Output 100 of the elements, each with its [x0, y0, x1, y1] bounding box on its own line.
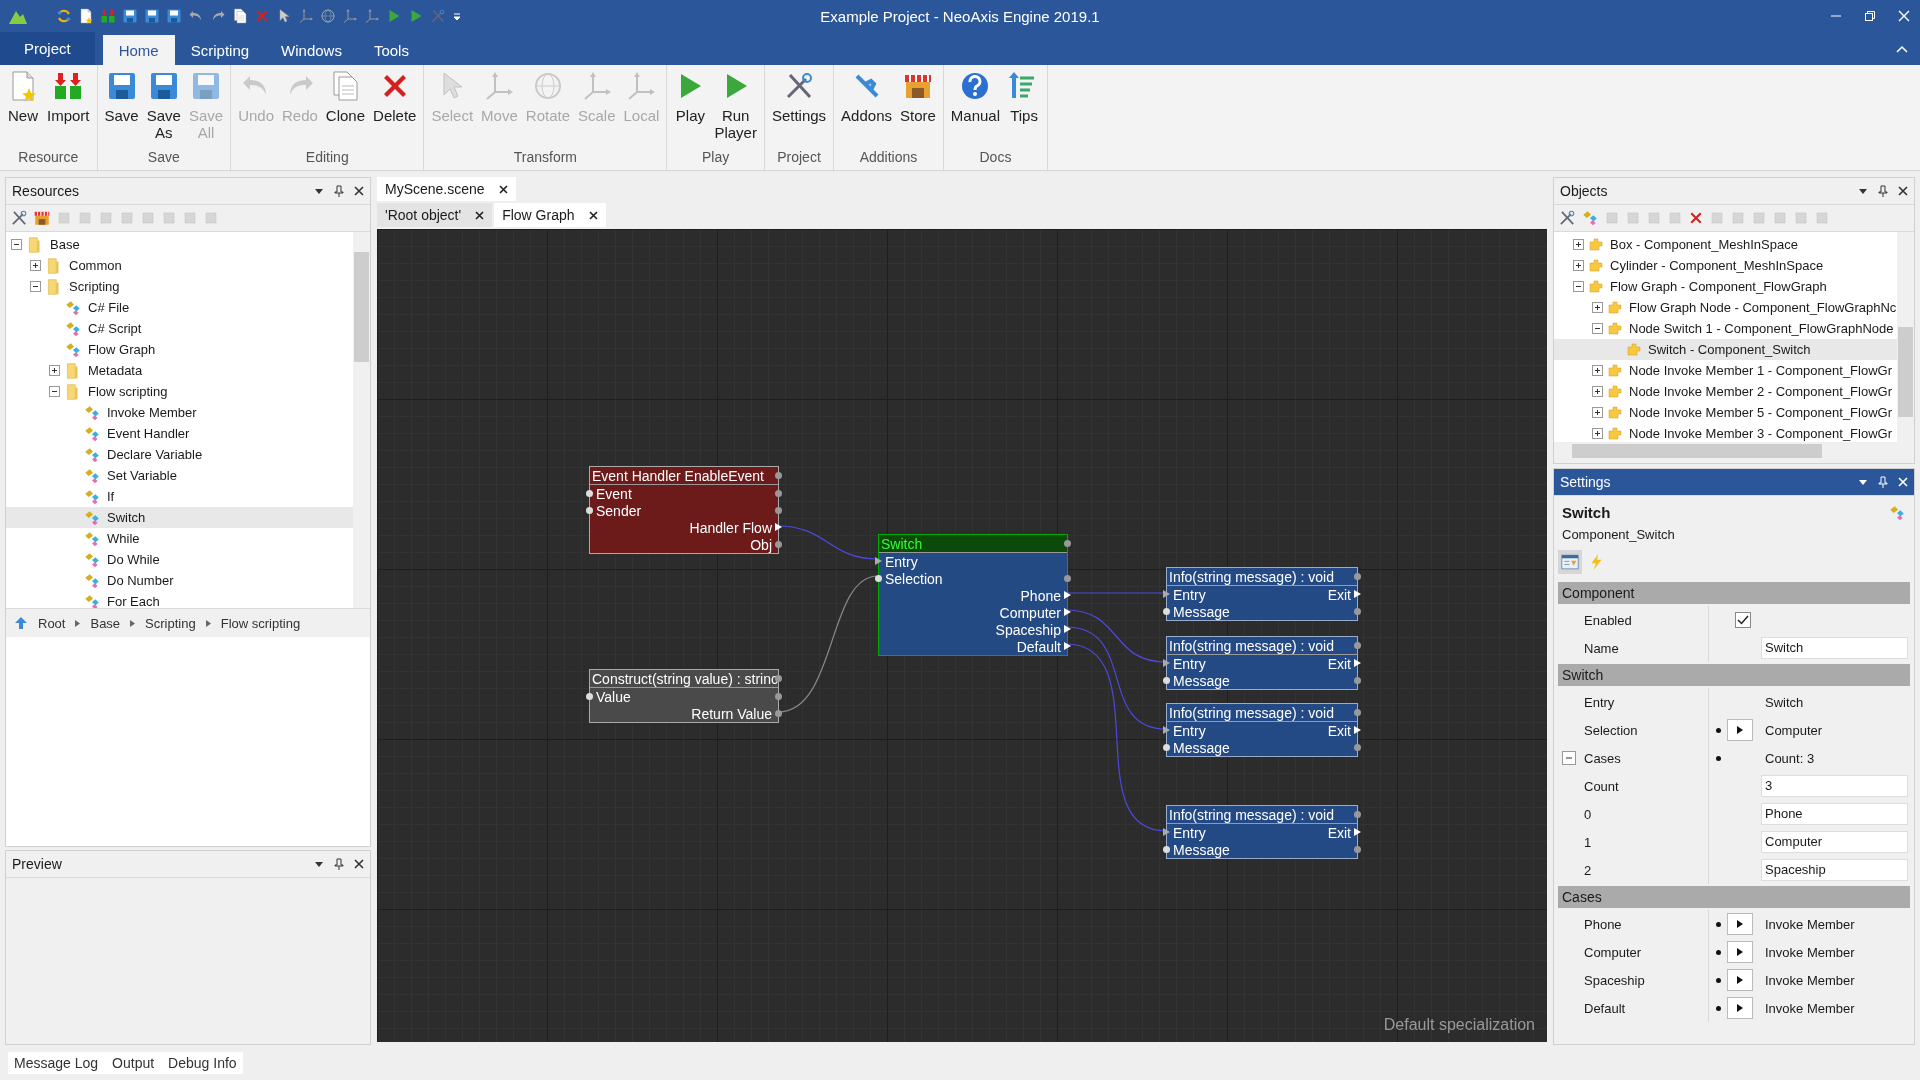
tree-item[interactable]: While — [6, 528, 353, 549]
new-document-icon[interactable] — [78, 8, 94, 24]
bottom-tab[interactable]: Output — [112, 1054, 155, 1071]
tree-item[interactable]: Switch — [6, 507, 353, 528]
expand-box-icon[interactable] — [1591, 407, 1603, 418]
expand-arrow-button[interactable] — [1727, 969, 1753, 991]
pin-dot-icon[interactable] — [1064, 540, 1071, 547]
pin-dot-icon[interactable] — [1163, 608, 1170, 615]
tree-item[interactable]: Flow scripting — [6, 381, 353, 402]
tree-item[interactable]: Cylinder - Component_MeshInSpace — [1554, 255, 1897, 276]
collapse-box-icon[interactable] — [1591, 323, 1603, 334]
checkbox[interactable] — [1735, 612, 1751, 628]
tree-item[interactable]: Do While — [6, 549, 353, 570]
pin-dot-icon[interactable] — [1354, 608, 1361, 615]
pin-dot-icon[interactable] — [1354, 709, 1361, 716]
collapse-ribbon-icon[interactable] — [1896, 44, 1908, 53]
tree-item[interactable]: Node Switch 1 - Component_FlowGraphNode — [1554, 318, 1897, 339]
expand-arrow-button[interactable] — [1727, 719, 1753, 741]
close-icon[interactable] — [1898, 186, 1908, 196]
dropdown-caret-icon[interactable] — [314, 859, 324, 869]
pin-dot-icon[interactable] — [775, 507, 782, 514]
scrollbar-thumb[interactable] — [1572, 444, 1822, 458]
ribbon-button[interactable]: Manual — [946, 67, 1005, 149]
tree-item[interactable]: Node Invoke Member 3 - Component_FlowGr — [1554, 423, 1897, 442]
ribbon-button[interactable]: Tips — [1004, 67, 1045, 149]
collapse-box-icon[interactable] — [29, 281, 41, 292]
properties-icon[interactable] — [1558, 550, 1582, 574]
pin-dot-icon[interactable] — [1163, 846, 1170, 853]
graph-node[interactable]: Event Handler EnableEvent Event Sender Handler Flow Obj — [589, 466, 779, 554]
editor-tab[interactable]: 'Root object' — [377, 203, 493, 227]
pin-dot-icon[interactable] — [775, 541, 782, 548]
pin-icon[interactable] — [334, 858, 344, 870]
close-icon[interactable] — [354, 859, 364, 869]
ribbon-tab[interactable]: Windows — [265, 35, 358, 65]
category-header[interactable]: Component — [1558, 582, 1910, 604]
close-icon[interactable] — [498, 184, 508, 194]
breadcrumb-link[interactable]: Scripting — [145, 615, 196, 631]
pin-dot-icon[interactable] — [775, 472, 782, 479]
ribbon-button[interactable]: Play — [670, 67, 711, 149]
cursor-icon[interactable] — [276, 8, 292, 24]
tree-item[interactable]: Box - Component_MeshInSpace — [1554, 234, 1897, 255]
ribbon-button[interactable]: Save — [100, 67, 143, 149]
tree-item[interactable]: C# Script — [6, 318, 353, 339]
dropdown-caret-icon[interactable] — [314, 186, 324, 196]
dropdown-caret-icon[interactable] — [1858, 186, 1868, 196]
settings-icon[interactable] — [10, 209, 28, 227]
ribbon-button[interactable]: Delete — [369, 67, 421, 149]
expand-arrow-button[interactable] — [1727, 941, 1753, 963]
editor-tab[interactable]: Flow Graph — [494, 203, 606, 227]
pages-icon[interactable] — [232, 8, 248, 24]
ribbon-button[interactable]: Store — [896, 67, 940, 149]
pin-dot-icon[interactable] — [586, 693, 593, 700]
category-header[interactable]: Cases — [1558, 886, 1910, 908]
dropdown-caret-icon[interactable] — [452, 11, 462, 21]
pin-dot-icon[interactable] — [1354, 642, 1361, 649]
graph-node[interactable]: Info(string message) : void Entry Exit Message — [1166, 805, 1358, 859]
expand-box-icon[interactable] — [1591, 365, 1603, 376]
category-header[interactable]: Switch — [1558, 664, 1910, 686]
scrollbar[interactable] — [1897, 232, 1914, 442]
collapse-box-icon[interactable] — [1572, 281, 1584, 292]
close-icon[interactable] — [354, 186, 364, 196]
tree-item[interactable]: Event Handler — [6, 423, 353, 444]
ribbon-button[interactable]: New — [3, 67, 43, 149]
scrollbar-thumb[interactable] — [1898, 327, 1913, 417]
pin-dot-icon[interactable] — [1163, 677, 1170, 684]
tree-item[interactable]: C# File — [6, 297, 353, 318]
input-field[interactable]: Computer — [1761, 831, 1908, 853]
graph-node[interactable]: Info(string message) : void Entry Exit Message — [1166, 636, 1358, 690]
ribbon-tab[interactable]: Scripting — [174, 35, 266, 65]
input-field[interactable]: 3 — [1761, 775, 1908, 797]
up-arrow-icon[interactable] — [14, 616, 28, 630]
expand-box-icon[interactable] — [1572, 239, 1584, 250]
pin-dot-icon[interactable] — [775, 710, 782, 717]
pin-dot-icon[interactable] — [1354, 846, 1361, 853]
scrollbar-thumb[interactable] — [354, 252, 369, 362]
refresh-icon[interactable] — [56, 8, 72, 24]
input-field[interactable]: Phone — [1761, 803, 1908, 825]
pin-dot-icon[interactable] — [1354, 744, 1361, 751]
ribbon-button[interactable]: Save As — [142, 67, 185, 149]
tree-item[interactable]: Do Number — [6, 570, 353, 591]
tree-item[interactable]: Set Variable — [6, 465, 353, 486]
expand-arrow-button[interactable] — [1727, 997, 1753, 1019]
tree-item[interactable]: Switch - Component_Switch — [1554, 339, 1897, 360]
pin-triangle-icon[interactable] — [1163, 726, 1170, 734]
pin-dot-icon[interactable] — [1064, 575, 1071, 582]
ribbon-button[interactable]: Addons — [837, 67, 896, 149]
tree-item[interactable]: Base — [6, 234, 353, 255]
bottom-tab[interactable]: Message Log — [14, 1054, 99, 1071]
tree-item[interactable]: Flow Graph Node - Component_FlowGraphNc — [1554, 297, 1897, 318]
pin-dot-icon[interactable] — [1163, 744, 1170, 751]
expand-box-icon[interactable] — [1572, 260, 1584, 271]
pin-triangle-icon[interactable] — [875, 557, 882, 565]
delete-icon[interactable] — [1688, 210, 1704, 226]
tree-item[interactable]: Node Invoke Member 5 - Component_FlowGr — [1554, 402, 1897, 423]
pin-dot-icon[interactable] — [586, 490, 593, 497]
tree-item[interactable]: Declare Variable — [6, 444, 353, 465]
ribbon-tab[interactable]: Home — [102, 35, 175, 65]
tree-item[interactable]: Scripting — [6, 276, 353, 297]
input-field[interactable]: Switch — [1761, 637, 1908, 659]
scrollbar[interactable] — [353, 232, 370, 608]
